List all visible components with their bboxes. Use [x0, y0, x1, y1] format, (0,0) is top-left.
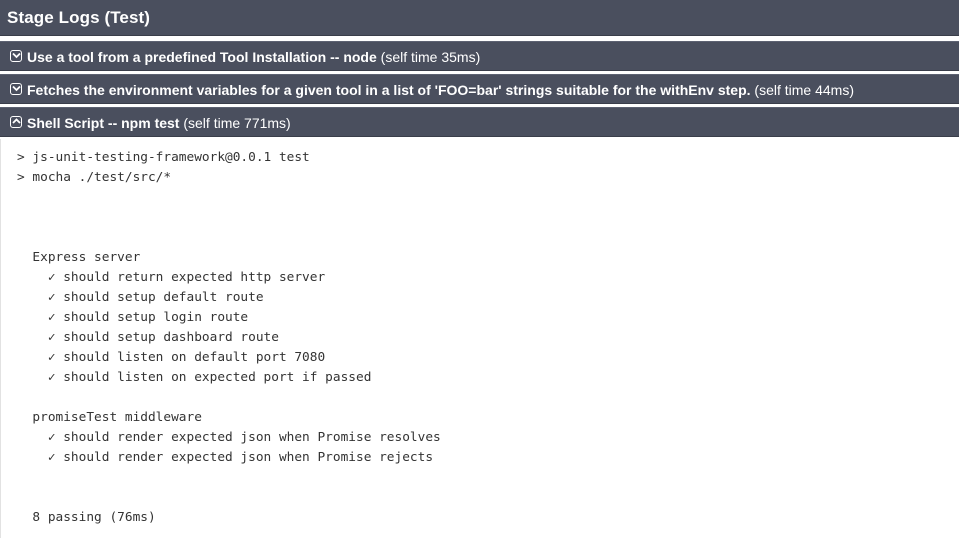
log-line: ✓ should setup login route [17, 310, 249, 325]
log-text: > js-unit-testing-framework@0.0.1 test > … [17, 148, 441, 528]
stage-logs-header: Stage Logs (Test) [0, 0, 959, 36]
step-name: Shell Script -- npm test [27, 115, 180, 131]
chevron-down-icon[interactable] [10, 50, 22, 62]
log-line: ✓ should render expected json when Promi… [17, 430, 441, 445]
log-line: promiseTest middleware [17, 410, 202, 425]
log-line: ✓ should return expected http server [17, 270, 326, 285]
step-label: Use a tool from a predefined Tool Instal… [27, 49, 480, 65]
chevron-up-icon[interactable] [10, 116, 22, 128]
log-line: 8 passing (76ms) [17, 510, 156, 525]
log-line: ✓ should render expected json when Promi… [17, 450, 434, 465]
step-row-env-variables[interactable]: Fetches the environment variables for a … [0, 74, 959, 104]
step-self-time: (self time 35ms) [380, 49, 481, 65]
log-line: ✓ should listen on default port 7080 [17, 350, 326, 365]
page-title: Stage Logs (Test) [7, 8, 151, 27]
step-self-time: (self time 771ms) [183, 115, 291, 131]
console-output: > js-unit-testing-framework@0.0.1 test > … [0, 139, 959, 538]
log-line: > mocha ./test/src/* [17, 170, 172, 185]
chevron-down-icon[interactable] [10, 83, 22, 95]
log-line: ✓ should setup dashboard route [17, 330, 279, 345]
step-row-shell-script[interactable]: Shell Script -- npm test (self time 771m… [0, 107, 959, 137]
log-line: Express server [17, 250, 141, 265]
step-label: Shell Script -- npm test (self time 771m… [27, 115, 291, 131]
step-row-tool-installation[interactable]: Use a tool from a predefined Tool Instal… [0, 41, 959, 71]
step-name: Use a tool from a predefined Tool Instal… [27, 49, 377, 65]
step-label: Fetches the environment variables for a … [27, 82, 854, 98]
log-line: ✓ should listen on expected port if pass… [17, 370, 372, 385]
step-name: Fetches the environment variables for a … [27, 82, 751, 98]
log-line: > js-unit-testing-framework@0.0.1 test [17, 150, 310, 165]
step-self-time: (self time 44ms) [754, 82, 854, 98]
log-line: ✓ should setup default route [17, 290, 264, 305]
stage-logs-page: Stage Logs (Test) Use a tool from a pred… [0, 0, 959, 538]
